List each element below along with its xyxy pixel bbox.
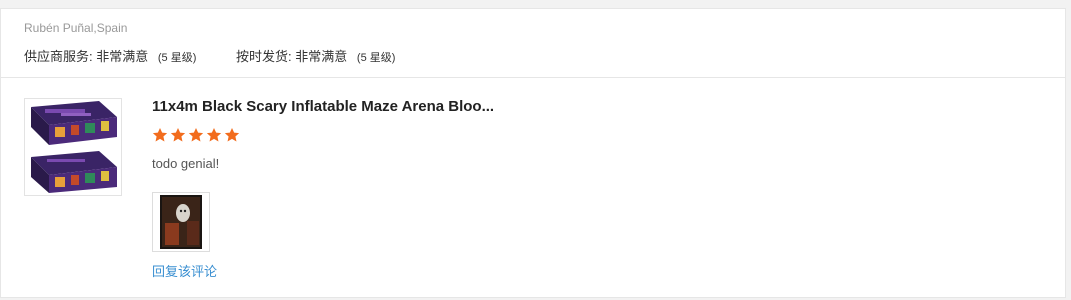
inflatable-maze-image	[31, 101, 117, 193]
star-icon	[224, 128, 240, 142]
rating-value: 非常满意	[96, 49, 149, 64]
rating-stars-text: (5 星级)	[356, 52, 396, 64]
rating-stars-text: (5 星级)	[157, 52, 197, 64]
rating-on-time-shipping: 按时发货: 非常满意 (5 星级)	[236, 46, 395, 65]
supplier-ratings: 供应商服务: 非常满意 (5 星级) 按时发货: 非常满意 (5 星级)	[24, 46, 431, 65]
rating-label: 供应商服务:	[24, 49, 93, 64]
star-rating	[152, 127, 240, 143]
reviewer-name: Rubén Puñal,Spain	[24, 21, 128, 35]
divider	[1, 77, 1065, 78]
product-title[interactable]: 11x4m Black Scary Inflatable Maze Arena …	[152, 98, 494, 115]
rating-supplier-service: 供应商服务: 非常满意 (5 星级)	[24, 46, 196, 65]
star-icon	[170, 128, 186, 142]
review-comment: todo genial!	[152, 156, 220, 171]
review-card: Rubén Puñal,Spain 供应商服务: 非常满意 (5 星级) 按时发…	[0, 8, 1066, 298]
rating-label: 按时发货:	[236, 49, 292, 64]
star-icon	[188, 128, 204, 142]
review-photo[interactable]	[152, 192, 210, 252]
star-icon	[206, 128, 222, 142]
star-icon	[152, 128, 168, 142]
review-photo-image	[160, 195, 202, 249]
product-thumbnail[interactable]	[24, 98, 122, 196]
reply-to-review-link[interactable]: 回复该评论	[152, 261, 217, 280]
rating-value: 非常满意	[295, 49, 348, 64]
